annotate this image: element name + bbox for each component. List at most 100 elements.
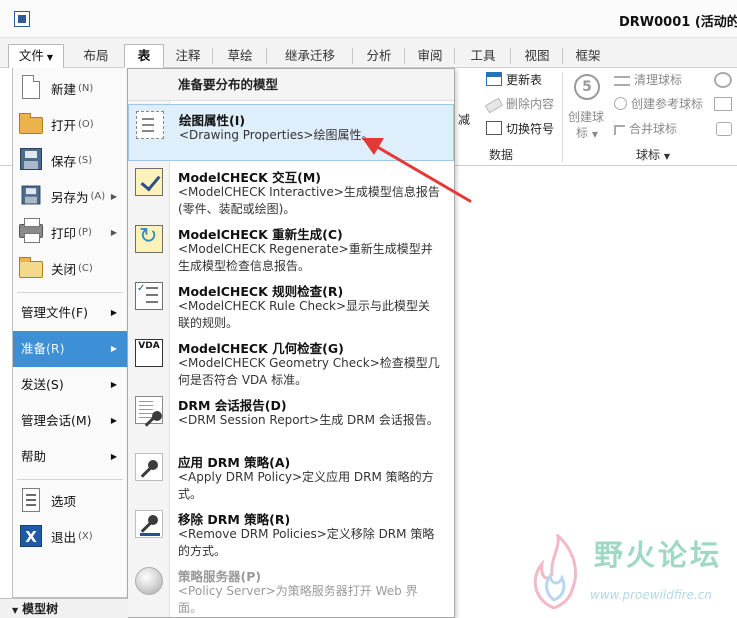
merge-balloon-icon <box>614 125 625 135</box>
submenu-header: 准备要分布的模型 <box>128 69 454 101</box>
submenu-item-modelcheck-rule[interactable]: ModelCHECK 规则检查(R) <ModelCHECK Rule Chec… <box>128 276 454 333</box>
tab-separator <box>510 48 511 64</box>
submenu-arrow-icon: ▶ <box>110 344 117 353</box>
eraser-icon <box>484 97 504 114</box>
submenu-arrow-icon: ▶ <box>110 416 117 425</box>
file-menu-send[interactable]: 发送(S) ▶ <box>13 367 127 403</box>
delete-content-button[interactable]: 删除内容 <box>484 94 555 114</box>
tab-annotate[interactable]: 注释 <box>166 44 210 68</box>
submenu-item-modelcheck-regenerate[interactable]: ModelCHECK 重新生成(C) <ModelCHECK Regenerat… <box>128 219 454 276</box>
file-menu-manage-file[interactable]: 管理文件(F) ▶ <box>13 295 127 331</box>
ribbon-separator <box>562 72 563 162</box>
file-menu-send-hotkey: (S) <box>46 377 64 392</box>
switch-symbol-icon <box>486 121 502 135</box>
submenu-item-desc: <ModelCHECK Regenerate>重新生成模型并生成模型检查信息报告… <box>178 242 433 273</box>
submenu-item-remove-drm[interactable]: 移除 DRM 策略(R) <Remove DRM Policies>定义移除 D… <box>128 504 454 561</box>
clean-balloon-icon <box>614 76 630 86</box>
file-menu-manage-session-label: 管理会话 <box>21 413 72 428</box>
file-menu-print[interactable]: 打印 (P) ▶ <box>13 214 127 250</box>
file-menu-prepare-label: 准备 <box>21 341 47 356</box>
apply-drm-key-icon <box>135 453 163 481</box>
tab-view[interactable]: 视图 <box>514 44 560 68</box>
partial-tool-icon[interactable] <box>714 97 732 111</box>
tab-review[interactable]: 审阅 <box>408 44 452 68</box>
save-as-icon <box>17 182 45 210</box>
balloon-group: 球标 ▼ <box>568 146 737 164</box>
delete-content-label: 删除内容 <box>506 97 555 111</box>
file-menu-options[interactable]: 选项 <box>13 482 127 518</box>
tab-analysis[interactable]: 分析 <box>356 44 402 68</box>
watermark: 野火论坛 www.proewildfire.cn <box>524 528 737 618</box>
chevron-down-icon[interactable]: ▼ <box>664 152 670 161</box>
file-menu-open[interactable]: 打开 (O) <box>13 106 127 142</box>
submenu-item-apply-drm[interactable]: 应用 DRM 策略(A) <Apply DRM Policy>定义应用 DRM … <box>128 447 454 504</box>
chevron-down-icon: ▼ <box>12 606 19 615</box>
file-menu-save-as[interactable]: 另存为 (A) ▶ <box>13 178 127 214</box>
tab-layout[interactable]: 布局 <box>70 44 122 68</box>
file-menu-exit-label: 退出 <box>51 529 77 545</box>
submenu-item-modelcheck-geometry[interactable]: VDA ModelCHECK 几何检查(G) <ModelCHECK Geome… <box>128 333 454 390</box>
tab-sketch[interactable]: 草绘 <box>216 44 264 68</box>
update-table-icon <box>486 72 502 86</box>
balloon-group-label: 球标 <box>636 148 661 162</box>
app-icon[interactable] <box>14 11 30 27</box>
create-ref-balloon-button[interactable]: 创建参考球标 <box>614 94 703 114</box>
tab-separator <box>352 48 353 64</box>
file-menu-new-hotkey: (N) <box>78 82 94 94</box>
file-menu-exit[interactable]: X 退出 (X) <box>13 518 127 554</box>
file-menu-help-label: 帮助 <box>21 449 47 464</box>
drm-report-icon <box>135 396 163 427</box>
title-bar: DRW0001 (活动的 <box>0 0 737 38</box>
file-menu-save-label: 保存 <box>51 153 77 169</box>
merge-balloon-label: 合并球标 <box>629 122 678 136</box>
file-menu-options-label: 选项 <box>51 493 77 509</box>
file-menu-prepare[interactable]: 准备(R) ▶ <box>13 331 127 367</box>
drawing-properties-icon <box>136 111 164 139</box>
file-menu-manage-session[interactable]: 管理会话(M) ▶ <box>13 403 127 439</box>
policy-server-icon <box>135 567 163 595</box>
tab-table[interactable]: 表 <box>124 44 164 68</box>
exit-x-icon: X <box>17 522 45 550</box>
watermark-url: www.proewildfire.cn <box>590 588 712 602</box>
file-menu-close[interactable]: 关闭 (C) <box>13 250 127 286</box>
merge-balloon-button[interactable]: 合并球标 <box>614 119 677 139</box>
tab-tools[interactable]: 工具 <box>458 44 508 68</box>
modelcheck-rule-icon <box>135 282 163 310</box>
update-table-button[interactable]: 更新表 <box>486 70 542 90</box>
submenu-item-desc: <Policy Server>为策略服务器打开 Web 界面。 <box>178 584 418 615</box>
file-menu-manage-file-label: 管理文件 <box>21 305 72 320</box>
switch-symbol-button[interactable]: 切换符号 <box>486 119 554 139</box>
partial-tool-icon[interactable] <box>714 72 732 88</box>
file-menu-print-label: 打印 <box>51 225 77 241</box>
file-menu-help[interactable]: 帮助 ▶ <box>13 439 127 475</box>
submenu-item-desc: <ModelCHECK Rule Check>显示与此模型关联的规则。 <box>178 299 431 330</box>
file-menu-save[interactable]: 保存 (S) <box>13 142 127 178</box>
file-menu-save-hotkey: (S) <box>78 154 93 166</box>
tab-frame[interactable]: 框架 <box>566 44 610 68</box>
clean-balloon-button[interactable]: 清理球标 <box>614 70 682 90</box>
submenu-item-policy-server[interactable]: 策略服务器(P) <Policy Server>为策略服务器打开 Web 界面。 <box>128 561 454 617</box>
submenu-arrow-icon: ▶ <box>110 380 117 389</box>
balloon-icon: 5 <box>574 74 600 100</box>
new-document-icon <box>17 74 45 102</box>
tab-file[interactable]: 文件 ▼ <box>8 44 64 68</box>
submenu-arrow-icon: ▶ <box>110 308 117 317</box>
model-tree-header[interactable]: ▼ 模型树 <box>0 598 128 618</box>
options-list-icon <box>17 486 45 514</box>
ribbon-tab-bar: 文件 ▼ 布局 表 注释 草绘 继承迁移 分析 审阅 工具 视图 框架 <box>0 38 737 68</box>
file-menu-prepare-hotkey: (R) <box>46 341 65 356</box>
file-menu-new[interactable]: 新建 (N) <box>13 70 127 106</box>
remove-drm-key-icon <box>135 510 163 538</box>
window-title: DRW0001 (活动的 <box>619 15 737 30</box>
tab-legacy-migration[interactable]: 继承迁移 <box>270 44 350 68</box>
submenu-arrow-icon: ▶ <box>110 191 117 201</box>
file-menu-exit-hotkey: (X) <box>78 530 93 542</box>
submenu-arrow-icon: ▶ <box>110 227 117 237</box>
submenu-item-drm-session-report[interactable]: DRM 会话报告(D) <DRM Session Report>生成 DRM 会… <box>128 390 454 447</box>
create-balloon-button[interactable]: 5 创建球 标 ▼ <box>566 72 610 142</box>
modelcheck-interactive-icon <box>135 168 163 196</box>
partial-tool-icon[interactable] <box>716 122 732 136</box>
close-folder-icon <box>17 254 45 282</box>
menu-separator <box>17 479 123 480</box>
annotation-arrow <box>362 138 472 203</box>
